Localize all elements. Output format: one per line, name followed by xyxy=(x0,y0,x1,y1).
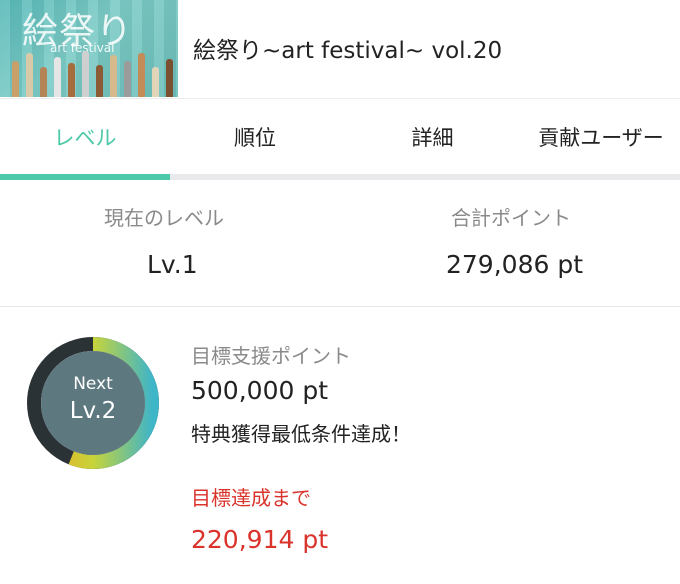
next-caption: Next xyxy=(73,374,113,394)
reward-condition-note: 特典獲得最低条件達成！ xyxy=(191,422,411,446)
event-title: 絵祭り~art festival~ vol.20 xyxy=(193,38,503,64)
tab-details[interactable]: 詳細 xyxy=(340,98,525,176)
target-points-label: 目標支援ポイント xyxy=(191,344,351,368)
tab-bar: レベル 順位 詳細 貢献ユーザー xyxy=(0,98,680,179)
tab-level[interactable]: レベル xyxy=(0,98,170,176)
event-header: 絵祭り art festival 絵祭り~art festival~ vol.2… xyxy=(0,0,680,99)
target-points-value: 500,000 pt xyxy=(191,376,328,405)
next-level-value: Lv.2 xyxy=(69,398,117,424)
total-points-value: 279,086 pt xyxy=(446,250,583,279)
level-summary: 現在のレベル Lv.1 合計ポイント 279,086 pt xyxy=(0,180,680,307)
current-level-value: Lv.1 xyxy=(147,250,198,279)
remaining-value: 220,914 pt xyxy=(191,525,328,554)
remaining-label: 目標達成まで xyxy=(191,486,311,510)
total-points-label: 合計ポイント xyxy=(451,206,571,230)
tab-contributors[interactable]: 貢献ユーザー xyxy=(522,98,680,176)
next-level-progress-ring: Next Lv.2 xyxy=(26,336,160,470)
tab-ranking[interactable]: 順位 xyxy=(170,98,340,176)
event-banner-image: 絵祭り art festival xyxy=(0,0,178,97)
current-level-label: 現在のレベル xyxy=(104,206,224,230)
